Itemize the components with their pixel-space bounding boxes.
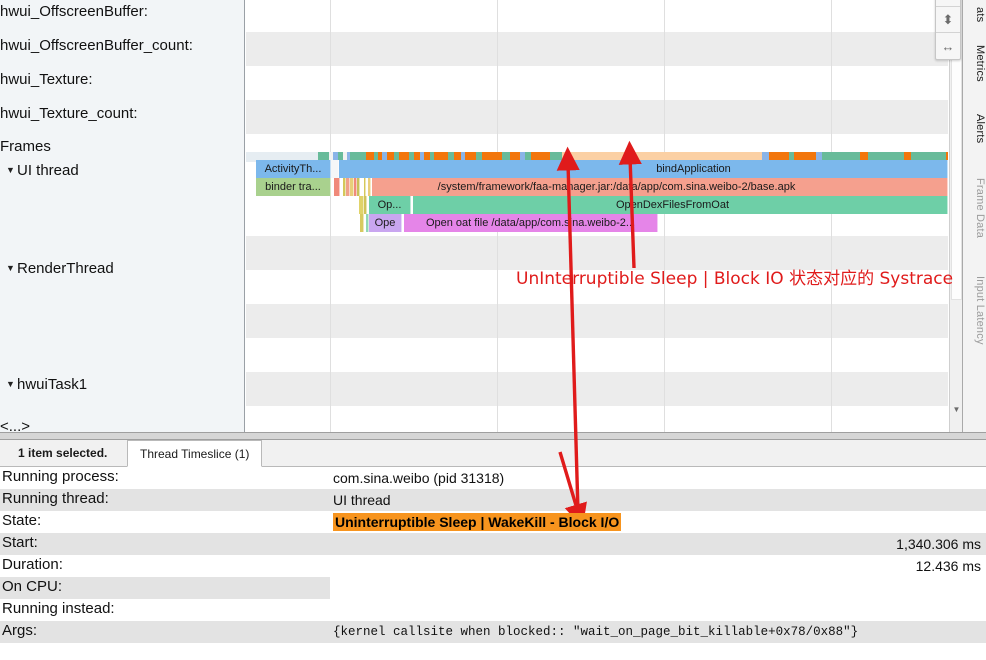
track-name-2[interactable]: hwui_Texture: <box>0 72 93 87</box>
slice-label: bindApplication <box>656 163 731 175</box>
details-row: State: Uninterruptible Sleep | WakeKill -… <box>0 511 986 533</box>
track-name-3[interactable]: hwui_Texture_count: <box>0 106 138 121</box>
slice-label: ActivityTh... <box>265 163 322 175</box>
slice-label: binder tra... <box>265 181 321 193</box>
track-row-band <box>246 372 948 406</box>
timeline-slice[interactable] <box>368 178 371 196</box>
state-badge: Uninterruptible Sleep | WakeKill - Block… <box>333 513 621 531</box>
details-row-key: Duration: <box>2 556 63 573</box>
details-row-value: 12.436 ms <box>916 558 981 574</box>
timeline-vertical-scrollbar[interactable]: ▼ <box>949 0 962 432</box>
track-name-label: hwui_Texture_count: <box>0 105 138 122</box>
details-row: Start: 1,340.306 ms <box>0 533 986 555</box>
details-row-key: Start: <box>2 534 38 551</box>
track-name-label: RenderThread <box>17 260 114 277</box>
details-row-value: {kernel callsite when blocked:: "wait_on… <box>333 625 858 639</box>
timeline-slice[interactable]: Op... <box>369 196 411 214</box>
slice-row: Op... OpenDexFilesFromOat <box>246 196 948 214</box>
slice-label: Op... <box>378 199 402 211</box>
track-row-band <box>246 32 948 66</box>
track-row-band <box>246 100 948 134</box>
track-name-label: hwui_OffscreenBuffer_count: <box>0 37 193 54</box>
details-row-value: Uninterruptible Sleep | WakeKill - Block… <box>333 514 621 530</box>
timeline-slice[interactable]: /system/framework/faa-manager.jar:/data/… <box>372 178 948 196</box>
details-row: On CPU: <box>0 577 986 599</box>
details-row-key: Running thread: <box>2 490 109 507</box>
details-row: Running instead: <box>0 599 986 621</box>
timeline-slice[interactable] <box>364 178 366 196</box>
track-canvas[interactable]: ActivityTh... bindApplication binder tra..… <box>246 0 948 432</box>
track-name-gutter[interactable]: hwui_OffscreenBuffer: hwui_OffscreenBuffe… <box>0 0 245 432</box>
side-tab-input-latency[interactable]: Input Latency <box>962 262 986 358</box>
timeline-slice[interactable]: ActivityTh... <box>256 160 331 178</box>
track-name-label: hwui_OffscreenBuffer: <box>0 3 148 20</box>
slice-label: OpenDexFilesFromOat <box>616 199 729 211</box>
timeline-slice[interactable]: bindApplication <box>339 160 948 178</box>
track-name-1[interactable]: hwui_OffscreenBuffer_count: <box>0 38 193 53</box>
timeline-slice[interactable] <box>357 178 360 196</box>
track-name-4[interactable]: Frames <box>0 139 51 154</box>
track-row-band <box>246 304 948 338</box>
fit-horizontal-icon[interactable]: ↔ <box>936 33 960 59</box>
track-name-8[interactable]: <...> <box>0 419 30 432</box>
details-panel: 1 item selected. Thread Timeslice (1) Ru… <box>0 440 986 660</box>
details-row: Args: {kernel callsite when blocked:: "wa… <box>0 621 986 643</box>
details-row: Duration: 12.436 ms <box>0 555 986 577</box>
slice-label: Ope <box>375 217 396 229</box>
chevron-down-icon[interactable]: ▼ <box>6 264 17 273</box>
slice-row: binder tra... /system/framework/faa-manag… <box>246 178 948 196</box>
side-tab-alerts[interactable]: Alerts <box>962 104 986 154</box>
details-row-value: UI thread <box>333 492 391 508</box>
details-row-value: com.sina.weibo (pid 31318) <box>333 470 504 486</box>
timeline-panel[interactable]: hwui_OffscreenBuffer: hwui_OffscreenBuffe… <box>0 0 986 432</box>
slice-label: /system/framework/faa-manager.jar:/data/… <box>438 181 796 193</box>
chevron-down-icon[interactable]: ▼ <box>6 166 17 175</box>
timeline-slice[interactable]: Open oat file /data/app/com.sina.weibo-2… <box>404 214 658 232</box>
side-tab-metrics[interactable]: Metrics <box>962 34 986 92</box>
details-row-key: Running instead: <box>2 600 115 617</box>
pan-down-icon[interactable]: ⬍ <box>936 7 960 33</box>
details-row: Running thread: UI thread <box>0 489 986 511</box>
details-row-key: Args: <box>2 622 37 639</box>
chevron-down-icon[interactable]: ▼ <box>6 380 17 389</box>
timeline-slice[interactable]: OpenDexFilesFromOat <box>413 196 948 214</box>
timeline-slice[interactable]: binder tra... <box>256 178 331 196</box>
timeline-slice[interactable] <box>334 178 340 196</box>
track-name-label: hwui_Texture: <box>0 71 93 88</box>
slice-row: Ope Open oat file /data/app/com.sina.weib… <box>246 214 948 232</box>
track-name-6[interactable]: ▼RenderThread <box>0 261 114 276</box>
track-name-label: <...> <box>0 418 30 432</box>
pan-zoom-button-group[interactable]: ⬇⬍↔ <box>935 0 961 60</box>
tab-thread-timeslice[interactable]: Thread Timeslice (1) <box>127 440 262 467</box>
timeline-slice[interactable] <box>331 160 339 178</box>
panel-splitter[interactable] <box>0 432 986 440</box>
details-row-value: 1,340.306 ms <box>896 536 981 552</box>
details-row: Running process: com.sina.weibo (pid 3131… <box>0 467 986 489</box>
side-tab-frame-data[interactable]: Frame Data <box>962 168 986 248</box>
details-row-key: State: <box>2 512 41 529</box>
side-tab-rail[interactable]: atsMetrics Alerts Frame Data Input Latency <box>962 0 986 432</box>
details-row-key: Running process: <box>2 468 119 485</box>
annotation-text: UnInterruptible Sleep | Block IO 状态对应的 S… <box>516 264 953 289</box>
slice-label: Open oat file /data/app/com.sina.weibo-2… <box>426 217 635 229</box>
side-tab-ats[interactable]: ats <box>962 0 986 32</box>
track-name-0[interactable]: hwui_OffscreenBuffer: <box>0 4 148 19</box>
timeline-slice[interactable]: Ope <box>369 214 402 232</box>
slice-row: ActivityTh... bindApplication <box>246 160 948 178</box>
track-name-label: hwuiTask1 <box>17 376 87 393</box>
track-name-7[interactable]: ▼hwuiTask1 <box>0 377 87 392</box>
selection-count-label: 1 item selected. <box>18 446 107 460</box>
perfetto-trace-viewer: hwui_OffscreenBuffer: hwui_OffscreenBuffe… <box>0 0 986 660</box>
details-row-key: On CPU: <box>2 578 62 595</box>
timeline-slice[interactable] <box>360 214 364 232</box>
track-name-label: UI thread <box>17 162 79 179</box>
pan-down-small-icon[interactable]: ⬇ <box>936 0 960 7</box>
track-name-5[interactable]: ▼UI thread <box>0 163 79 178</box>
track-name-label: Frames <box>0 138 51 155</box>
details-header: 1 item selected. Thread Timeslice (1) <box>0 440 986 467</box>
timeline-slice[interactable] <box>364 196 367 214</box>
